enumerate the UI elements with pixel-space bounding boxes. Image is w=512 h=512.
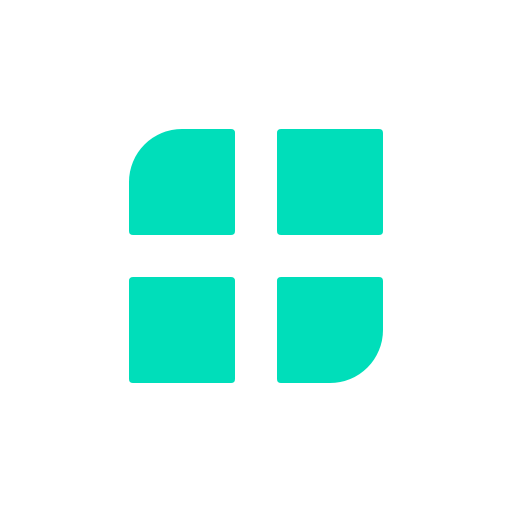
tile-top-left xyxy=(129,129,235,235)
tile-top-right xyxy=(277,129,383,235)
tile-bottom-left xyxy=(129,277,235,383)
app-icon-canvas xyxy=(0,0,512,512)
tile-bottom-right xyxy=(277,277,383,383)
four-tile-grid-icon xyxy=(0,0,512,512)
